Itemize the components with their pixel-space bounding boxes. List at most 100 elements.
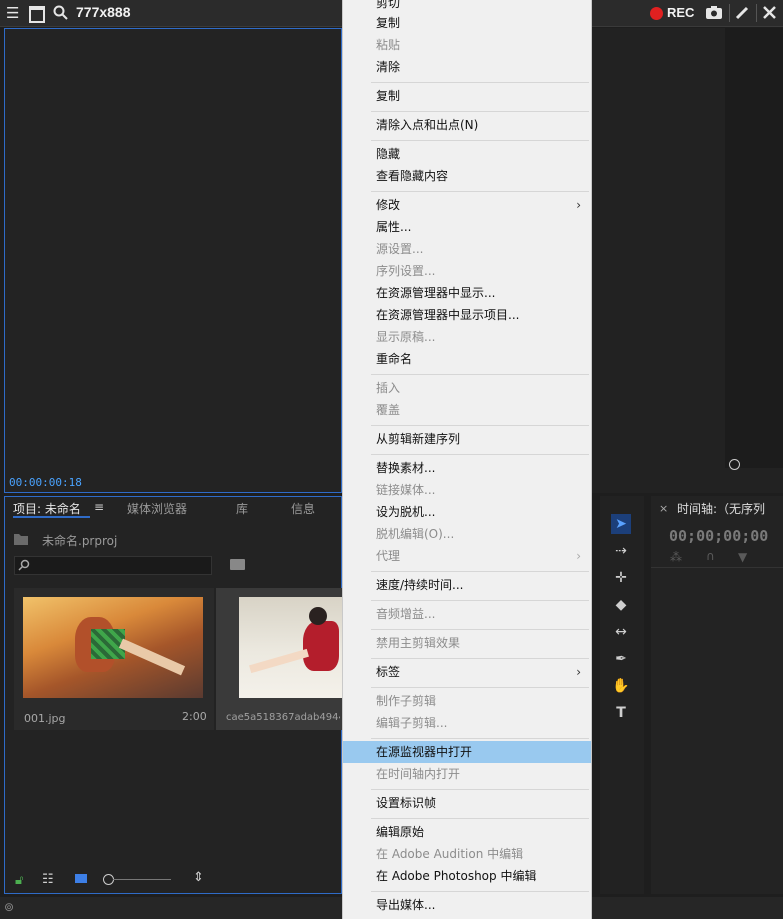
menu-item-link-media[interactable]: 链接媒体... xyxy=(343,479,591,501)
menu-item-new-sequence-from-clip[interactable]: 从剪辑新建序列 xyxy=(343,428,591,450)
menu-item-audio-gain[interactable]: 音频增益... xyxy=(343,603,591,625)
tab-project[interactable]: 项目: 未命名 xyxy=(13,500,81,517)
menu-item-label: 制作子剪辑 xyxy=(376,694,437,708)
menu-item-label: 编辑子剪辑... xyxy=(376,716,448,730)
razor-tool-icon[interactable]: ◆ xyxy=(611,595,631,615)
menu-item-label: 隐藏 xyxy=(376,147,401,161)
camera-icon[interactable] xyxy=(705,5,723,20)
menu-item-speed-duration[interactable]: 速度/持续时间... xyxy=(343,574,591,596)
zoom-handle[interactable] xyxy=(729,459,740,470)
menu-item-reveal-project-in-explorer[interactable]: 在资源管理器中显示项目... xyxy=(343,304,591,326)
menu-item-paste[interactable]: 粘贴 xyxy=(343,34,591,56)
menu-item-source-settings[interactable]: 源设置... xyxy=(343,238,591,260)
menu-item-duplicate[interactable]: 复制 xyxy=(343,85,591,107)
submenu-chevron-icon: › xyxy=(576,549,581,563)
menu-item-clear-in-out[interactable]: 清除入点和出点(N) xyxy=(343,114,591,136)
menu-item-make-subclip[interactable]: 制作子剪辑 xyxy=(343,690,591,712)
pen-icon[interactable] xyxy=(735,5,750,20)
menu-item-label: 序列设置... xyxy=(376,264,436,278)
link-icon[interactable]: ∩ xyxy=(706,549,715,563)
thumbnail-figure-dress xyxy=(303,621,339,671)
icon-view-icon[interactable] xyxy=(75,874,87,883)
active-tab-underline xyxy=(13,516,90,518)
menu-item-sequence-settings[interactable]: 序列设置... xyxy=(343,260,591,282)
menu-separator xyxy=(371,687,589,688)
tab-library[interactable]: 库 xyxy=(236,500,248,517)
tab-info[interactable]: 信息 xyxy=(291,500,315,517)
source-monitor[interactable] xyxy=(4,28,342,493)
menu-item-open-in-source-monitor[interactable]: 在源监视器中打开 xyxy=(343,741,591,763)
selection-tool-icon[interactable]: ➤ xyxy=(611,514,631,534)
menu-item-label: 编辑原始 xyxy=(376,825,425,839)
rec-label[interactable]: REC xyxy=(667,5,694,20)
close-tab-icon[interactable]: × xyxy=(659,502,668,515)
menu-item-edit-original[interactable]: 编辑原始 xyxy=(343,821,591,843)
search-icon[interactable] xyxy=(53,5,68,20)
menu-item-set-poster-frame[interactable]: 设置标识帧 xyxy=(343,792,591,814)
tab-timeline[interactable]: 时间轴:（无序列 xyxy=(677,500,765,517)
menu-item-label: 剪切 xyxy=(376,0,401,10)
menu-item-label: 链接媒体... xyxy=(376,483,436,497)
menu-item-edit-in-photoshop[interactable]: 在 Adobe Photoshop 中编辑 xyxy=(343,865,591,887)
slip-tool-icon[interactable]: ↔ xyxy=(611,622,631,642)
menu-separator xyxy=(371,891,589,892)
context-menu: 剪切 复制 粘贴 清除 复制 清除入点和出点(N) 隐藏 查看隐藏内容 修改 › … xyxy=(342,0,592,919)
menu-item-properties[interactable]: 属性... xyxy=(343,216,591,238)
menu-item-edit-in-audition[interactable]: 在 Adobe Audition 中编辑 xyxy=(343,843,591,865)
menu-item-make-offline[interactable]: 设为脱机... xyxy=(343,501,591,523)
menu-item-insert[interactable]: 插入 xyxy=(343,377,591,399)
list-item[interactable]: 001.jpg 2:00 xyxy=(14,588,214,730)
menu-item-label: 在资源管理器中显示... xyxy=(376,286,496,300)
menu-item-label-color[interactable]: 标签 › xyxy=(343,661,591,683)
menu-item-modify[interactable]: 修改 › xyxy=(343,194,591,216)
menu-item-disable-master-clip-effects[interactable]: 禁用主剪辑效果 xyxy=(343,632,591,654)
project-search-input[interactable] xyxy=(14,556,212,575)
menu-item-reveal-in-explorer[interactable]: 在资源管理器中显示... xyxy=(343,282,591,304)
program-monitor-area xyxy=(592,28,783,493)
menu-separator xyxy=(371,140,589,141)
timeline-timecode[interactable]: 00;00;00;00 xyxy=(669,527,768,545)
menu-item-overwrite[interactable]: 覆盖 xyxy=(343,399,591,421)
sort-icon[interactable]: ⇕ xyxy=(193,870,204,885)
panel-menu-icon[interactable]: ≡ xyxy=(94,500,104,514)
program-scroll-area xyxy=(725,28,783,468)
lock-icon[interactable]: 🔓︎ xyxy=(15,873,23,888)
menu-item-label: 覆盖 xyxy=(376,403,401,417)
menu-item-rename[interactable]: 重命名 xyxy=(343,348,591,370)
menu-icon[interactable]: ☰ xyxy=(6,4,19,22)
thumbnail-figure-head xyxy=(309,607,327,625)
new-bin-search-icon[interactable] xyxy=(230,559,245,570)
menu-item-label: 修改 xyxy=(376,198,401,212)
pen-tool-icon[interactable]: ✒ xyxy=(611,649,631,669)
menu-item-open-in-timeline[interactable]: 在时间轴内打开 xyxy=(343,763,591,785)
list-item[interactable]: cae5a518367adab4944e xyxy=(216,588,342,730)
menu-item-edit-subclip[interactable]: 编辑子剪辑... xyxy=(343,712,591,734)
clip-thumbnail-image xyxy=(239,597,342,698)
tab-media-browser[interactable]: 媒体浏览器 xyxy=(127,500,187,517)
zoom-slider-track[interactable] xyxy=(113,879,171,880)
close-icon[interactable] xyxy=(763,6,776,19)
window-icon[interactable] xyxy=(29,6,45,23)
status-icon: ⊚ xyxy=(4,900,15,914)
menu-item-copy[interactable]: 复制 xyxy=(343,12,591,34)
menu-item-export-media[interactable]: 导出媒体... xyxy=(343,894,591,916)
type-tool-icon[interactable]: T xyxy=(611,703,631,723)
menu-item-clear[interactable]: 清除 xyxy=(343,56,591,78)
menu-item-view-hidden[interactable]: 查看隐藏内容 xyxy=(343,165,591,187)
hand-tool-icon[interactable]: ✋ xyxy=(611,676,631,696)
source-timecode[interactable]: 00:00:00:18 xyxy=(9,476,82,489)
menu-separator xyxy=(371,629,589,630)
snap-icon[interactable]: ⁂ xyxy=(670,550,682,564)
menu-item-proxy[interactable]: 代理 › xyxy=(343,545,591,567)
menu-separator xyxy=(371,374,589,375)
menu-item-show-script[interactable]: 显示原稿... xyxy=(343,326,591,348)
marker-icon[interactable]: ▼ xyxy=(738,550,747,564)
menu-item-hide[interactable]: 隐藏 xyxy=(343,143,591,165)
list-view-icon[interactable]: ☷ xyxy=(42,872,54,887)
menu-item-edit-offline[interactable]: 脱机编辑(O)... xyxy=(343,523,591,545)
menu-item-replace-footage[interactable]: 替换素材... xyxy=(343,457,591,479)
menu-item-label: 重命名 xyxy=(376,352,413,366)
ripple-edit-tool-icon[interactable]: ✛ xyxy=(611,568,631,588)
record-icon[interactable] xyxy=(650,7,663,20)
track-select-tool-icon[interactable]: ⇢ xyxy=(611,541,631,561)
